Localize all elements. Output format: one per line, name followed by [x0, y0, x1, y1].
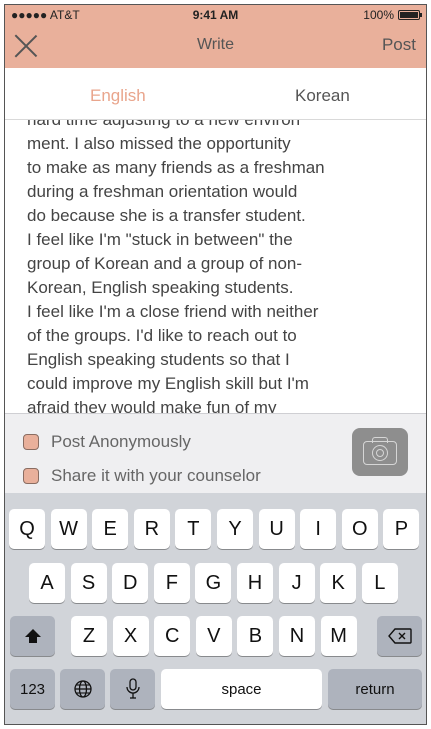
- post-button[interactable]: Post: [382, 35, 416, 55]
- nav-bar: Write Post: [5, 25, 426, 68]
- backspace-key[interactable]: [377, 616, 422, 656]
- globe-key[interactable]: [60, 669, 105, 709]
- key-w[interactable]: W: [50, 509, 87, 549]
- key-i[interactable]: I: [300, 509, 337, 549]
- microphone-icon: [125, 678, 140, 699]
- anonymous-option[interactable]: Post Anonymously: [23, 432, 191, 452]
- camera-button[interactable]: [352, 428, 408, 476]
- counselor-checkbox[interactable]: [23, 468, 39, 484]
- key-m[interactable]: M: [320, 616, 357, 656]
- counselor-label: Share it with your counselor: [51, 466, 261, 485]
- globe-icon: [73, 680, 92, 698]
- page-title: Write: [196, 36, 235, 53]
- key-x[interactable]: X: [112, 616, 149, 656]
- numbers-key[interactable]: 123: [10, 669, 55, 709]
- editor-text[interactable]: hard time adjusting to a new environ men…: [27, 120, 416, 413]
- counselor-option[interactable]: Share it with your counselor: [23, 466, 261, 486]
- header: ●●●●● AT&T 9:41 AM 100% Write Post: [5, 5, 426, 68]
- key-t[interactable]: T: [175, 509, 212, 549]
- key-e[interactable]: E: [92, 509, 129, 549]
- key-o[interactable]: O: [341, 509, 378, 549]
- dictation-key[interactable]: [110, 669, 155, 709]
- battery-fill: [400, 12, 418, 18]
- camera-lens-inner: [376, 449, 384, 457]
- key-u[interactable]: U: [258, 509, 295, 549]
- anonymous-label: Post Anonymously: [51, 432, 191, 451]
- key-c[interactable]: C: [154, 616, 191, 656]
- battery-icon: [398, 10, 422, 20]
- key-d[interactable]: D: [112, 563, 149, 603]
- tab-english[interactable]: English: [90, 86, 146, 106]
- key-n[interactable]: N: [279, 616, 315, 656]
- return-key[interactable]: return: [328, 669, 422, 709]
- language-tabs: English Korean: [5, 68, 426, 120]
- key-a[interactable]: A: [29, 563, 65, 603]
- key-q[interactable]: Q: [9, 509, 45, 549]
- phone-screen: ●●●●● AT&T 9:41 AM 100% Write Post Engli…: [4, 4, 427, 725]
- key-y[interactable]: Y: [217, 509, 253, 549]
- keyboard: QWERTYUIOP ASDFGHJKL ZXCVBNM 123 space r…: [5, 493, 426, 724]
- key-j[interactable]: J: [278, 563, 315, 603]
- shift-icon: [24, 629, 41, 637]
- space-key[interactable]: space: [161, 669, 322, 709]
- key-f[interactable]: F: [153, 563, 190, 603]
- battery-percent: 100%: [363, 8, 394, 22]
- post-options: Post Anonymously Share it with your coun…: [5, 413, 426, 493]
- key-h[interactable]: H: [237, 563, 273, 603]
- key-v[interactable]: V: [195, 616, 232, 656]
- key-g[interactable]: G: [195, 563, 232, 603]
- text-editor[interactable]: hard time adjusting to a new environ men…: [5, 120, 426, 413]
- battery-indicator: 100%: [363, 8, 422, 22]
- key-r[interactable]: R: [133, 509, 170, 549]
- anonymous-checkbox[interactable]: [23, 434, 39, 450]
- tab-korean[interactable]: Korean: [295, 86, 350, 106]
- status-bar: ●●●●● AT&T 9:41 AM 100%: [5, 5, 426, 25]
- key-s[interactable]: S: [70, 563, 107, 603]
- key-k[interactable]: K: [320, 563, 357, 603]
- key-b[interactable]: B: [237, 616, 274, 656]
- backspace-icon: [387, 628, 412, 644]
- key-z[interactable]: Z: [71, 616, 107, 656]
- shift-key[interactable]: [10, 616, 55, 656]
- key-p[interactable]: P: [383, 509, 420, 549]
- key-l[interactable]: L: [361, 563, 398, 603]
